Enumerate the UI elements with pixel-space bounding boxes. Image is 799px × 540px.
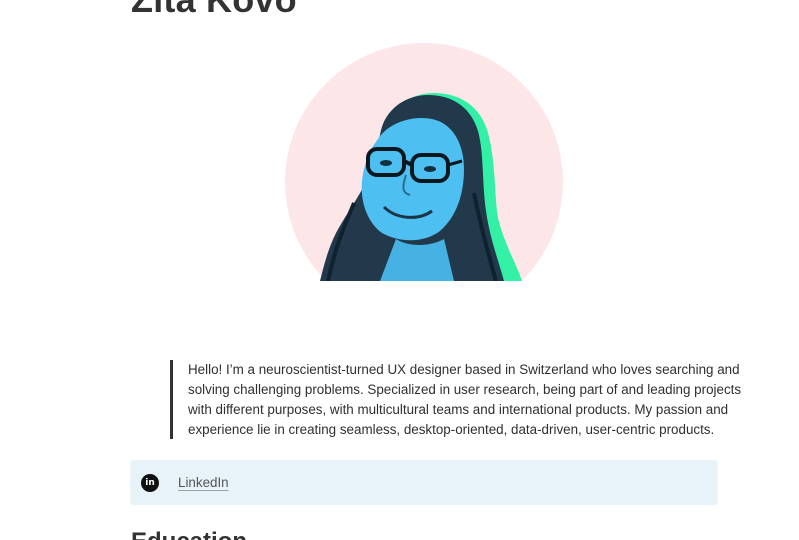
linkedin-link[interactable]: LinkedIn (178, 475, 229, 490)
bio-quote: Hello! I’m a neuroscientist-turned UX de… (170, 360, 748, 439)
portrait-eye-right (424, 166, 436, 172)
portrait-illustration (285, 43, 563, 281)
education-heading: Education (131, 528, 247, 540)
social-links-callout: in LinkedIn (130, 460, 718, 505)
bio-text: Hello! I’m a neuroscientist-turned UX de… (188, 362, 742, 437)
profile-portrait (284, 43, 564, 283)
page: Zita Kovó (0, 0, 799, 540)
linkedin-icon: in (141, 473, 159, 492)
page-title: Zita Kovó (131, 0, 297, 20)
portrait-eye-left (380, 160, 392, 166)
